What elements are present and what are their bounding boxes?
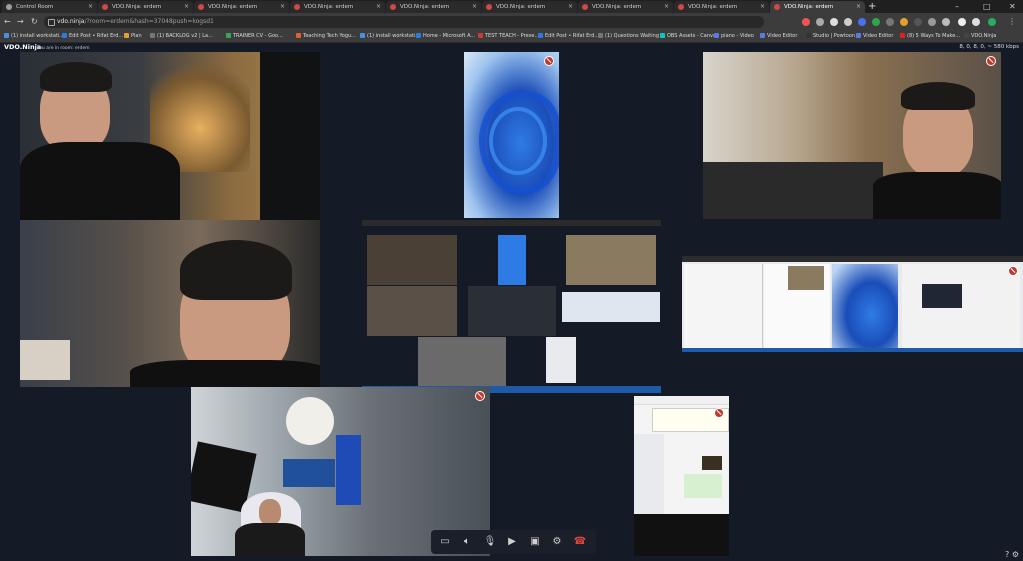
avatar[interactable] [988, 18, 996, 26]
bookmark-item[interactable]: Video Editor [856, 31, 893, 42]
menu-icon[interactable]: ⋮ [1008, 16, 1016, 28]
settings-icon[interactable]: ⚙ [1012, 550, 1019, 559]
reload-icon[interactable]: ↻ [31, 16, 38, 28]
extension-icon[interactable] [830, 18, 838, 26]
muted-mic-icon [475, 391, 485, 401]
bookmark-item[interactable]: Video Editor [760, 31, 797, 42]
vdo-icon [774, 4, 780, 10]
bookmark-item[interactable]: Teaching Tech Yogu... [296, 31, 356, 42]
address-bar[interactable]: vdo.ninja/?room=erdem&hash=37048push=kog… [44, 16, 764, 28]
maximize-icon[interactable]: □ [983, 0, 991, 13]
browser-toolbar: ← → ↻ vdo.ninja/?room=erdem&hash=37048pu… [0, 13, 1023, 31]
bookmark-item[interactable]: Home - Microsoft A... [416, 31, 475, 42]
muted-mic-icon [1008, 266, 1018, 276]
bookmark-item[interactable]: VDO.Ninja [964, 31, 996, 42]
close-window-icon[interactable]: ✕ [1009, 0, 1016, 13]
close-icon[interactable]: × [856, 1, 861, 13]
tab-vdo[interactable]: VDO.Ninja: erdem × [98, 1, 193, 13]
tab-control-room[interactable]: Control Room × [2, 1, 97, 13]
video-tile-camera[interactable] [703, 52, 1001, 219]
sidebar-icon[interactable] [972, 18, 980, 26]
tab-vdo[interactable]: VDO.Ninja: erdem × [674, 1, 769, 13]
microphone-icon[interactable]: 🎙︎ [481, 533, 499, 551]
video-tile-screen[interactable] [634, 396, 729, 556]
bookmark-item[interactable]: (1) BACKLOG v2 | La... [150, 31, 213, 42]
app-title: VDO.Ninja [4, 43, 42, 51]
app-header: VDO.Ninja You are in room: erdem 8, 0, 8… [0, 43, 1023, 52]
close-icon[interactable]: × [184, 1, 189, 13]
url-text: vdo.ninja/?room=erdem&hash=37048push=kog… [57, 18, 214, 25]
connection-stats: 8, 0, 8, 0, ~ 580 kbps [959, 44, 1019, 50]
close-icon[interactable]: × [472, 1, 477, 13]
help-icon[interactable]: ? [1005, 550, 1009, 559]
tab-strip: Control Room × VDO.Ninja: erdem × VDO.Ninj… [0, 0, 1023, 13]
extension-icon[interactable] [816, 18, 824, 26]
bookmark-item[interactable]: (1) Questions Waiting [598, 31, 659, 42]
close-icon[interactable]: × [280, 1, 285, 13]
close-icon[interactable]: × [376, 1, 381, 13]
extension-icon[interactable] [872, 18, 880, 26]
bookmark-item[interactable]: OBS Assets - Canva [660, 31, 716, 42]
extension-icon[interactable] [928, 18, 936, 26]
tab-vdo[interactable]: VDO.Ninja: erdem × [386, 1, 481, 13]
bookmark-item[interactable]: (1) install workstati... [4, 31, 64, 42]
vdo-icon [294, 4, 300, 10]
tab-vdo-active[interactable]: VDO.Ninja: erdem × [770, 1, 865, 13]
bookmark-item[interactable]: piano - Video [714, 31, 754, 42]
vdo-icon [582, 4, 588, 10]
bookmark-item[interactable]: TEST TEACH - Prese... [478, 31, 539, 42]
vdo-icon [486, 4, 492, 10]
help-icons: ? ⚙ [1005, 550, 1019, 559]
vdo-icon [678, 4, 684, 10]
puzzle-icon[interactable] [958, 18, 966, 26]
muted-mic-icon [986, 56, 996, 66]
tab-vdo[interactable]: VDO.Ninja: erdem × [290, 1, 385, 13]
hangup-icon[interactable]: ☎ [571, 533, 589, 551]
call-control-bar: ▭ 🔈︎ 🎙︎ ▶ ▣ ⚙ ☎ [431, 530, 596, 554]
bookmark-item[interactable]: Edit Post • Rifat Erd... [62, 31, 123, 42]
muted-mic-icon [714, 408, 724, 418]
extension-icon[interactable] [802, 18, 810, 26]
vdo-icon [102, 4, 108, 10]
back-icon[interactable]: ← [4, 16, 11, 28]
tab-vdo[interactable]: VDO.Ninja: erdem × [482, 1, 577, 13]
vdo-icon [390, 4, 396, 10]
close-icon[interactable]: × [568, 1, 573, 13]
extension-icon[interactable] [858, 18, 866, 26]
minimize-icon[interactable]: – [955, 0, 959, 13]
site-info-icon[interactable] [48, 19, 55, 26]
tab-vdo[interactable]: VDO.Ninja: erdem × [578, 1, 673, 13]
video-tile-screen[interactable] [464, 52, 559, 218]
speaker-icon[interactable]: 🔈︎ [458, 533, 476, 551]
close-icon[interactable]: × [88, 1, 93, 13]
video-tile-camera[interactable] [20, 220, 320, 387]
extension-icon[interactable] [900, 18, 908, 26]
camera-icon[interactable]: ▶ [503, 533, 521, 551]
chrome-icon [6, 4, 12, 10]
video-tile-camera[interactable] [20, 52, 320, 220]
video-tile-screen[interactable] [682, 256, 1023, 352]
bookmark-item[interactable]: (8) 5 Ways To Make... [900, 31, 960, 42]
video-tile-screen[interactable] [362, 220, 661, 393]
extension-icon[interactable] [942, 18, 950, 26]
bookmark-item[interactable]: TRAINER CV - Goo... [226, 31, 283, 42]
close-icon[interactable]: × [760, 1, 765, 13]
tab-vdo[interactable]: VDO.Ninja: erdem × [194, 1, 289, 13]
bookmark-item[interactable]: Studio | Powtoon [806, 31, 855, 42]
chat-icon[interactable]: ▭ [436, 533, 454, 551]
gear-icon[interactable]: ⚙ [548, 533, 566, 551]
bookmark-item[interactable]: Edit Post • Rifat Erd... [538, 31, 599, 42]
bookmarks-bar: (1) install workstati... Edit Post • Rif… [0, 31, 1023, 43]
screen-share-icon[interactable]: ▣ [526, 533, 544, 551]
vdo-icon [198, 4, 204, 10]
star-icon[interactable] [844, 18, 852, 26]
extension-icon[interactable] [886, 18, 894, 26]
bookmark-item[interactable]: (1) install workstati... [360, 31, 420, 42]
extension-icon[interactable] [914, 18, 922, 26]
new-tab-button[interactable]: + [868, 0, 876, 13]
muted-mic-icon [544, 56, 554, 66]
bookmark-item[interactable]: Plan [124, 31, 142, 42]
close-icon[interactable]: × [664, 1, 669, 13]
forward-icon[interactable]: → [17, 16, 24, 28]
